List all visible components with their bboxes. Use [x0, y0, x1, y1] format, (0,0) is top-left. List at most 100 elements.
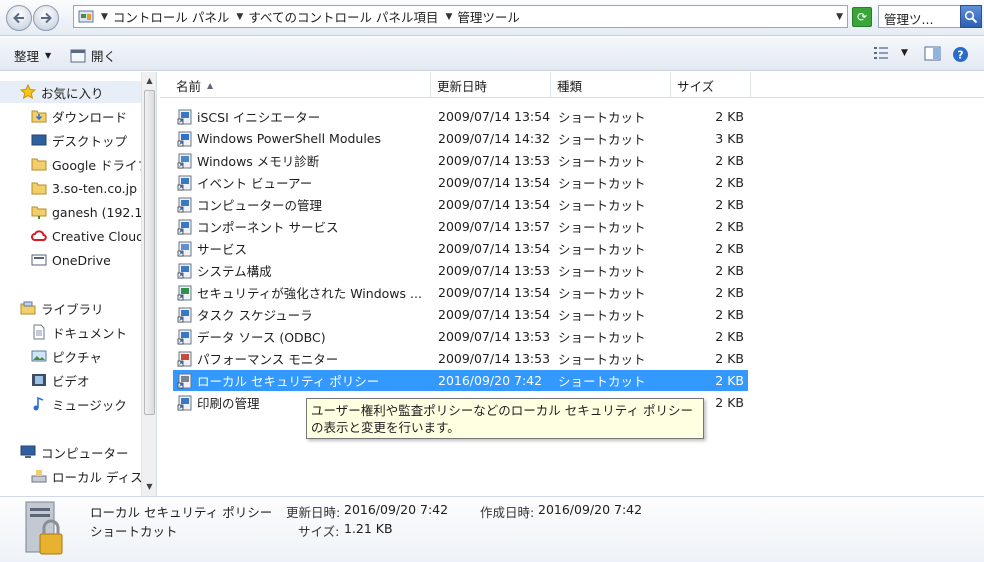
organize-label: 整理 [14, 49, 40, 64]
file-date: 2009/07/14 13:53 [438, 329, 551, 344]
organize-button[interactable]: 整理 ▼ [14, 46, 51, 65]
shortcut-icon [177, 241, 192, 256]
column-name[interactable]: 名前 ▲ [170, 72, 431, 98]
file-row[interactable]: パフォーマンス モニター 2009/07/14 13:53 ショートカット 2 KB [173, 348, 748, 369]
file-row[interactable]: イベント ビューアー 2009/07/14 13:54 ショートカット 2 KB [173, 172, 748, 193]
nav-item-google-drive[interactable]: Google ドライブ [31, 153, 150, 175]
library-icon [20, 301, 36, 315]
file-row[interactable]: データ ソース (ODBC) 2009/07/14 13:53 ショートカット 2 K… [173, 326, 748, 347]
music-note-icon [33, 396, 44, 411]
file-size: 2 KB [715, 263, 744, 278]
file-row[interactable]: サービス 2009/07/14 13:54 ショートカット 2 KB [173, 238, 748, 259]
file-row[interactable]: コンピューターの管理 2009/07/14 13:54 ショートカット 2 KB [173, 194, 748, 215]
nav-item-label: ローカル ディス [52, 469, 143, 485]
nav-item-so-ten[interactable]: 3.so-ten.co.jp [31, 177, 137, 199]
shortcut-icon [177, 153, 192, 168]
nav-item-local-disk[interactable]: ローカル ディス [31, 465, 143, 487]
shortcut-icon [177, 395, 192, 410]
nav-item-documents[interactable]: ドキュメント [31, 321, 127, 343]
nav-item-ganesh[interactable]: ganesh (192.16 [31, 201, 150, 223]
file-type: ショートカット [558, 286, 646, 301]
nav-item-music[interactable]: ミュージック [31, 393, 127, 415]
details-size-value: 1.21 KB [344, 521, 393, 536]
nav-item-downloads[interactable]: ダウンロード [31, 105, 127, 127]
scroll-up-icon[interactable]: ▲ [142, 72, 156, 88]
file-list: 名前 ▲ 更新日時 種類 サイズ iSCSI イニシエーター 2009/07/14… [160, 72, 984, 496]
nav-computer-label: コンピューター [41, 445, 129, 461]
nav-item-pictures[interactable]: ピクチャ [31, 345, 102, 367]
shortcut-icon [177, 175, 192, 190]
nav-item-videos[interactable]: ビデオ [31, 369, 90, 391]
file-type: ショートカット [558, 154, 646, 169]
column-size-label: サイズ [677, 78, 715, 94]
file-name: ローカル セキュリティ ポリシー [197, 374, 380, 389]
preview-pane-button[interactable] [924, 46, 941, 64]
breadcrumb-control-panel[interactable]: コントロール パネル [113, 7, 229, 26]
file-name: イベント ビューアー [197, 176, 313, 191]
file-date: 2009/07/14 14:32 [438, 131, 551, 146]
address-box[interactable]: ▼ コントロール パネル ▼ すべてのコントロール パネル項目 ▼ 管理ツール … [73, 5, 848, 28]
help-icon: ? [953, 47, 968, 62]
nav-item-desktop[interactable]: デスクトップ [31, 129, 127, 151]
file-size: 2 KB [715, 109, 744, 124]
column-name-label: 名前 [176, 78, 202, 94]
nav-item-onedrive[interactable]: OneDrive [31, 249, 111, 271]
breadcrumb-admin-tools[interactable]: 管理ツール [457, 7, 520, 26]
file-row[interactable]: コンポーネント サービス 2009/07/14 13:57 ショートカット 2 KB [173, 216, 748, 237]
file-type: ショートカット [558, 264, 646, 279]
nav-item-label: ピクチャ [52, 349, 102, 365]
address-history-dropdown-icon[interactable]: ▼ [836, 12, 843, 22]
breadcrumb-all-items[interactable]: すべてのコントロール パネル項目 [248, 7, 438, 26]
view-options-dropdown-icon[interactable]: ▼ [901, 48, 908, 58]
nav-computer[interactable]: コンピューター [20, 441, 129, 463]
file-date: 2009/07/14 13:54 [438, 241, 551, 256]
file-row[interactable]: セキュリティが強化された Windows ... 2009/07/14 13:54… [173, 282, 748, 303]
forward-arrow-icon [41, 12, 52, 24]
file-row[interactable]: システム構成 2009/07/14 13:53 ショートカット 2 KB [173, 260, 748, 281]
open-icon [70, 49, 86, 62]
file-name: タスク スケジューラ [197, 308, 313, 323]
scrollbar-thumb[interactable] [144, 90, 155, 415]
open-button[interactable]: 開く [70, 46, 116, 65]
file-type: ショートカット [558, 330, 646, 345]
breadcrumb-root-dropdown[interactable]: ▼ [101, 12, 108, 22]
column-size[interactable]: サイズ [671, 72, 751, 98]
file-date: 2009/07/14 13:54 [438, 197, 551, 212]
back-button[interactable] [6, 5, 32, 31]
file-date: 2009/07/14 13:54 [438, 285, 551, 300]
shortcut-icon [177, 307, 192, 322]
file-row[interactable]: タスク スケジューラ 2009/07/14 13:54 ショートカット 2 KB [173, 304, 748, 325]
change-view-button[interactable] [873, 46, 889, 63]
file-name: Windows メモリ診断 [197, 154, 320, 169]
shortcut-icon [177, 219, 192, 234]
scroll-down-icon[interactable]: ▼ [142, 478, 156, 494]
file-type: ショートカット [558, 176, 646, 191]
back-arrow-icon [13, 12, 24, 24]
file-type: ショートカット [558, 198, 646, 213]
breadcrumb-dropdown-icon[interactable]: ▼ [445, 12, 452, 22]
file-size: 2 KB [715, 351, 744, 366]
nav-favorites[interactable]: お気に入り [0, 81, 141, 103]
file-row[interactable]: ローカル セキュリティ ポリシー 2016/09/20 7:42 ショートカット 2 … [173, 370, 748, 391]
search-input[interactable]: 管理ツ... [878, 5, 961, 28]
nav-libraries[interactable]: ライブラリ [20, 297, 104, 319]
nav-item-creative-cloud[interactable]: Creative Cloud [31, 225, 144, 247]
refresh-button[interactable]: ⟳ [852, 7, 872, 27]
column-date[interactable]: 更新日時 [431, 72, 551, 98]
forward-button[interactable] [33, 5, 59, 31]
file-size: 2 KB [715, 241, 744, 256]
local-disk-icon [31, 470, 47, 483]
computer-icon [20, 445, 36, 458]
file-date: 2016/09/20 7:42 [438, 373, 543, 388]
breadcrumb-dropdown-icon[interactable]: ▼ [236, 12, 243, 22]
address-bar-area: ▼ コントロール パネル ▼ すべてのコントロール パネル項目 ▼ 管理ツール … [0, 0, 984, 36]
nav-scrollbar[interactable]: ▲ ▼ [141, 72, 156, 496]
search-button[interactable] [960, 5, 982, 28]
file-row[interactable]: Windows メモリ診断 2009/07/14 13:53 ショートカット 2 KB [173, 150, 748, 171]
file-row[interactable]: iSCSI イニシエーター 2009/07/14 13:54 ショートカット 2 KB [173, 106, 748, 127]
column-type[interactable]: 種類 [551, 72, 671, 98]
details-file-name: ローカル セキュリティ ポリシー [90, 505, 273, 520]
control-panel-icon [78, 10, 94, 22]
help-button[interactable]: ? [952, 46, 969, 66]
file-row[interactable]: Windows PowerShell Modules 2009/07/14 14:… [173, 128, 748, 149]
